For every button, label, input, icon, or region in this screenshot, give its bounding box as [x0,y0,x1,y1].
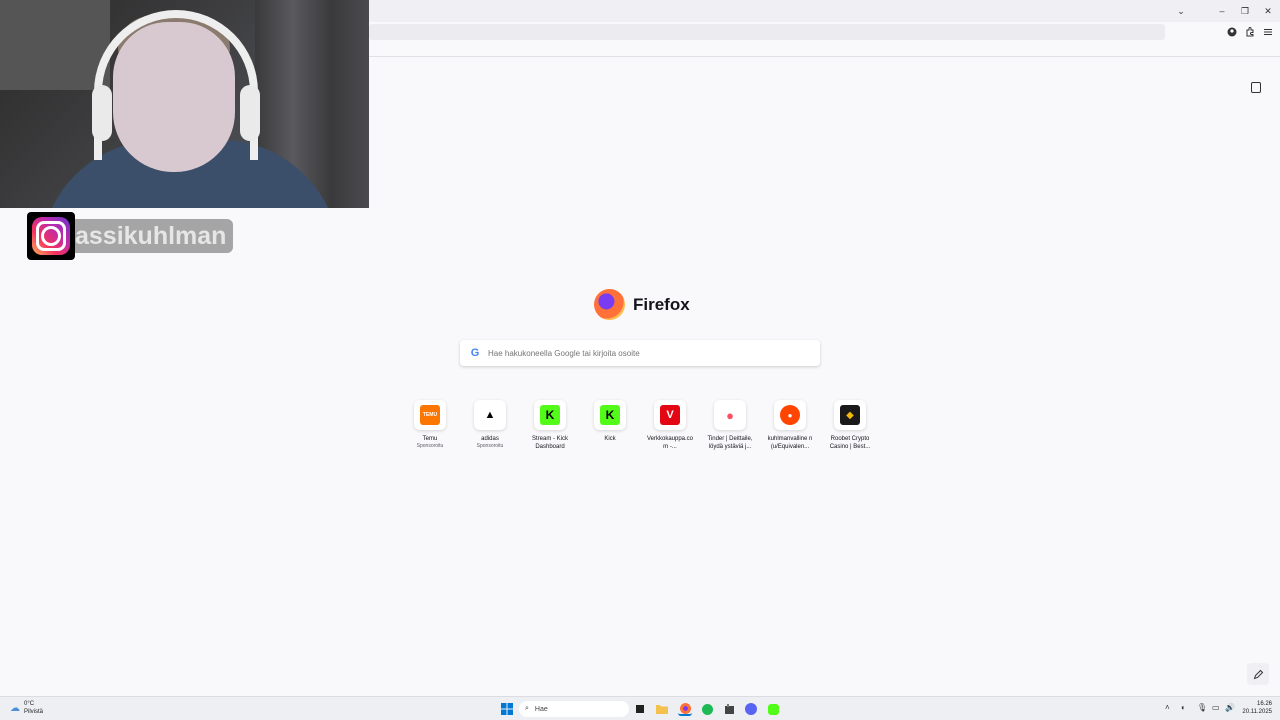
chevron-up-icon[interactable]: ˄ [1165,703,1170,712]
taskbar-search[interactable]: ⌕ Hae [519,701,629,717]
top-sites: TEMU Temu Sponsoroitu ▲ adidas Sponsoroi… [400,400,880,451]
spotify-button[interactable] [700,702,714,716]
firefox-brand: Firefox [594,289,690,320]
tile-adidas[interactable]: ▲ adidas Sponsoroitu [460,400,520,451]
kick-icon: K [540,405,560,425]
sidebar-toggle-icon[interactable] [1251,82,1261,93]
close-window-button[interactable]: ✕ [1260,3,1276,19]
address-bar[interactable] [369,24,1165,40]
firefox-logo-icon [594,289,625,320]
restore-button[interactable]: ❐ [1237,3,1253,19]
webcam-overlay [0,0,369,208]
brand-wordmark: Firefox [633,294,690,314]
kick-app-button[interactable] [766,702,780,716]
tile-label: Roobet Crypto Casino | Best... [829,436,871,450]
tile-label: adidas [481,436,499,442]
kick-icon: K [600,405,620,425]
firefox-icon [679,702,691,714]
search-input[interactable] [488,348,808,358]
task-view-icon [636,705,644,713]
folder-icon [656,705,668,714]
search-icon: ⌕ [525,705,529,712]
temu-icon: TEMU [420,405,440,425]
restore-icon: ❐ [1240,5,1250,16]
tile-temu[interactable]: TEMU Temu Sponsoroitu [400,400,460,451]
account-icon[interactable] [1226,26,1238,38]
pencil-icon [1253,669,1263,679]
menu-icon[interactable] [1262,26,1274,38]
tile-label: Kick [604,436,616,442]
instagram-handle: assikuhlman [75,219,233,253]
discord-icon [745,703,757,715]
clock[interactable]: 16.26 20.11.2025 [1238,700,1272,716]
cloud-icon: ☁ [10,702,20,714]
discord-button[interactable] [744,702,758,716]
windows-icon [501,703,513,715]
tile-tinder[interactable]: ● Tinder | Deittaile, löydä ystäviä j... [700,400,760,451]
tile-roobet[interactable]: ◆ Roobet Crypto Casino | Best... [820,400,880,451]
verkkokauppa-icon: V [660,405,680,425]
obs-button[interactable] [722,702,736,716]
tile-label: Temu [422,436,438,442]
taskbar: ☁ 0°C Pilvistä ⌕ Hae ˄ ◐ 🎙 ▭ 🔊 16.26 20.… [0,696,1280,720]
tile-label: Stream - Kick Dashboard [531,436,568,450]
roobet-icon: ◆ [840,405,860,425]
task-view-button[interactable] [633,702,647,716]
google-icon: G [470,347,480,359]
weather-widget[interactable]: ☁ 0°C Pilvistä [10,700,43,716]
weather-temp: 0°C [24,701,35,707]
kick-icon [767,703,779,715]
minimize-button[interactable]: – [1214,3,1230,19]
instagram-icon [27,212,75,260]
close-icon: ✕ [1264,5,1272,16]
tile-sponsor: Sponsoroitu [476,443,504,449]
taskbar-search-label: Hae [534,705,548,713]
file-explorer-button[interactable] [655,702,669,716]
tile-label: Verkkokauppa.co m -... [646,436,694,450]
chevron-down-icon: ⌄ [1177,5,1185,16]
tile-verkkokauppa[interactable]: V Verkkokauppa.co m -... [640,400,700,451]
microphone-icon[interactable]: 🎙 [1197,703,1207,712]
weather-desc: Pilvistä [24,709,44,715]
tile-kick-dashboard[interactable]: K Stream - Kick Dashboard [520,400,580,451]
spotify-icon [701,703,713,715]
tinder-icon: ● [720,405,740,425]
adidas-icon: ▲ [480,405,500,425]
list-all-tabs-button[interactable]: ⌄ [1173,3,1189,19]
start-button[interactable] [500,702,514,716]
firefox-taskbar-button[interactable] [678,702,692,716]
clock-time: 16.26 [1256,701,1272,707]
volume-icon[interactable]: 🔊 [1225,703,1235,712]
app-icon [724,703,734,714]
reddit-icon: ● [780,405,800,425]
tile-label: Tinder | Deittaile, löydä ystäviä j... [707,436,753,450]
tile-reddit[interactable]: ● kuhlmanvalline n (u/Equivalen... [760,400,820,451]
tile-kick[interactable]: K Kick [580,400,640,451]
tile-sponsor: Sponsoroitu [416,443,444,449]
search-box[interactable]: G [460,340,820,366]
minimize-icon: – [1219,6,1225,16]
clock-date: 20.11.2025 [1242,709,1272,715]
tray-app-icon[interactable]: ◐ [1181,703,1186,712]
customize-button[interactable] [1247,663,1269,685]
network-icon[interactable]: ▭ [1212,703,1220,712]
tile-label: kuhlmanvalline n (u/Equivalen... [767,436,813,450]
extensions-icon[interactable] [1244,26,1256,38]
